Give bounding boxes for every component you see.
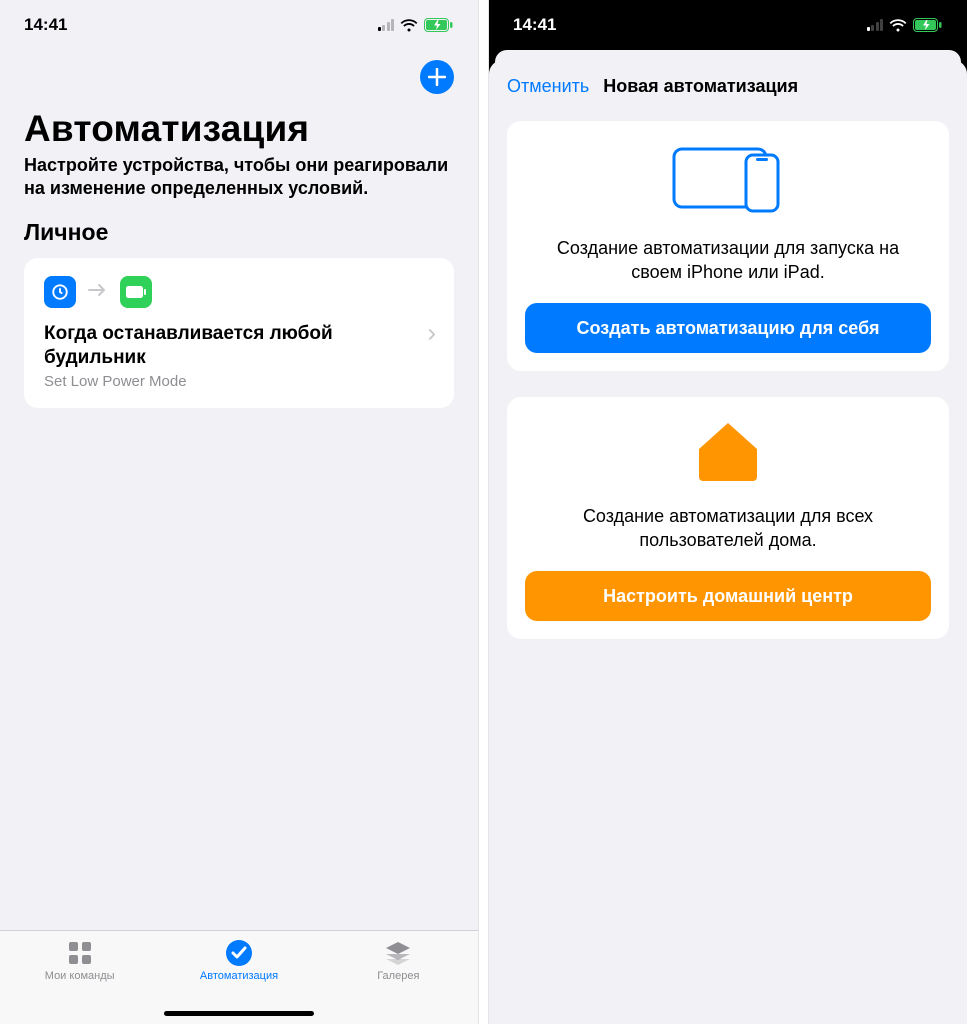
status-time: 14:41 [24,15,67,35]
option-personal-automation: Создание автоматизации для запуска на св… [507,121,949,371]
automation-card[interactable]: Когда останавливается любой будильник Se… [24,258,454,409]
plus-icon [428,68,446,86]
battery-app-icon [120,276,152,308]
clock-icon [44,276,76,308]
wifi-icon [889,19,907,32]
tab-label: Автоматизация [200,970,278,982]
option-home-automation: Создание автоматизации для всех пользова… [507,397,949,639]
wifi-icon [400,19,418,32]
home-indicator[interactable] [164,1011,314,1016]
section-header-personal: Личное [0,219,478,258]
check-badge-icon [225,939,253,967]
layers-icon [384,939,412,967]
option-description: Создание автоматизации для запуска на св… [525,236,931,285]
tab-my-shortcuts[interactable]: Мои команды [0,939,159,982]
screen-new-automation: 14:41 Отменить Новая автоматизация [489,0,967,1024]
cancel-button[interactable]: Отменить [507,76,589,97]
arrow-right-icon [88,280,108,303]
status-bar: 14:41 [0,0,478,50]
battery-icon [913,18,943,32]
option-description: Создание автоматизации для всех пользова… [525,504,931,553]
add-button[interactable] [420,60,454,94]
create-personal-button[interactable]: Создать автоматизацию для себя [525,303,931,354]
devices-icon [668,143,788,218]
sheet-title: Новая автоматизация [603,76,798,97]
battery-icon [424,18,454,32]
status-right [378,18,455,32]
setup-home-hub-button[interactable]: Настроить домашний центр [525,571,931,622]
tab-label: Галерея [377,970,419,982]
status-right [867,18,944,32]
signal-icon [378,19,395,31]
home-icon [693,419,763,486]
page-title: Автоматизация [0,98,478,154]
modal-sheet: Отменить Новая автоматизация Создание ав… [489,60,967,1024]
screenshot-divider [478,0,489,1024]
tab-automation[interactable]: Автоматизация [159,939,318,982]
grid-icon [67,939,93,967]
automation-title: Когда останавливается любой будильник [44,322,434,370]
status-bar: 14:41 [489,0,967,50]
signal-icon [867,19,884,31]
page-description: Настройте устройства, чтобы они реагиров… [0,154,478,219]
screen-automation-list: 14:41 Автоматизация Настройте устройства… [0,0,478,1024]
tab-bar: Мои команды Автоматизация Галерея [0,930,478,1024]
tab-gallery[interactable]: Галерея [319,939,478,982]
tab-label: Мои команды [45,970,115,982]
chevron-right-icon: › [427,318,436,349]
status-time: 14:41 [513,15,556,35]
automation-subtitle: Set Low Power Mode [44,373,434,390]
